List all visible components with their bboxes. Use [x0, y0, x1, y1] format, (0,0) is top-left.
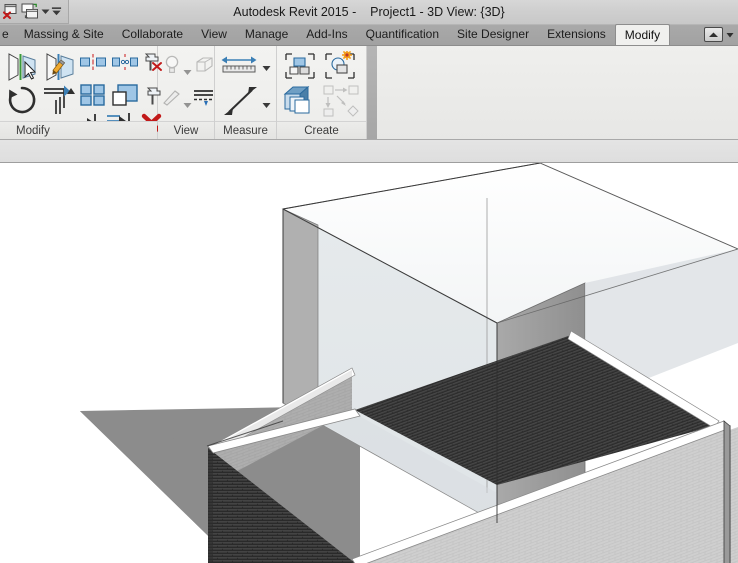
- modify-select-icon[interactable]: [6, 51, 40, 88]
- panel-view-tools: [158, 46, 214, 121]
- tab-view[interactable]: View: [192, 24, 236, 45]
- panel-label-create: Create: [277, 121, 366, 139]
- ribbon-panels: Modify View Measure Create: [0, 46, 738, 140]
- tab-massing-and-site[interactable]: Massing & Site: [15, 24, 113, 45]
- measure-between-dropdown-icon[interactable]: [262, 96, 271, 108]
- create-similar-icon[interactable]: [283, 84, 319, 119]
- cut-profile-dropdown-icon[interactable]: [183, 96, 192, 108]
- panel-label-view: View: [158, 121, 214, 139]
- panel-measure: Measure: [215, 46, 277, 139]
- options-bar: [0, 140, 738, 163]
- light-bulb-dropdown-icon[interactable]: [183, 63, 192, 75]
- close-hidden-windows-icon[interactable]: [0, 1, 20, 23]
- light-bulb-icon[interactable]: [164, 54, 180, 81]
- panel-view: View: [158, 46, 215, 139]
- switch-windows-icon[interactable]: [20, 1, 40, 23]
- title-bar: Autodesk Revit 2015 - Project1 - 3D View…: [0, 0, 738, 25]
- panel-create: Create: [277, 46, 367, 139]
- array-icon[interactable]: [80, 84, 106, 111]
- customize-qat-icon[interactable]: [51, 1, 62, 23]
- copy-icon[interactable]: [112, 84, 138, 111]
- ribbon-state-icon[interactable]: [704, 27, 723, 42]
- panel-modify: Modify: [0, 46, 162, 139]
- measure-between-icon[interactable]: [223, 84, 259, 123]
- revit-application-window: Autodesk Revit 2015 - Project1 - 3D View…: [0, 0, 738, 563]
- tab-quantification[interactable]: Quantification: [357, 24, 448, 45]
- measure-tape-icon[interactable]: [220, 54, 260, 83]
- exterior-wall-right-edge: [723, 420, 731, 563]
- tab-add-ins[interactable]: Add-Ins: [297, 24, 356, 45]
- minimize-ribbon-control[interactable]: [704, 27, 734, 42]
- move-icon[interactable]: [42, 84, 78, 121]
- mirror-pick-axis-icon[interactable]: [80, 54, 106, 75]
- ribbon-empty-area: [367, 46, 738, 139]
- tab-manage[interactable]: Manage: [236, 24, 297, 45]
- tab-extensions[interactable]: Extensions: [538, 24, 615, 45]
- group-edit-icons: [323, 84, 363, 123]
- quick-access-toolbar: [0, 0, 69, 24]
- create-part-icon[interactable]: [323, 50, 357, 88]
- edit-icon[interactable]: [44, 51, 78, 88]
- panel-label-measure: Measure: [215, 121, 276, 139]
- measure-tape-dropdown-icon[interactable]: [262, 59, 271, 71]
- panel-label-modify: Modify: [0, 121, 157, 139]
- cut-profile-icon[interactable]: [162, 88, 184, 113]
- tab-clipped[interactable]: e: [0, 24, 15, 45]
- reveal-hidden-icon[interactable]: [193, 88, 215, 115]
- selection-box-icon[interactable]: [194, 55, 214, 80]
- tab-site-designer[interactable]: Site Designer: [448, 24, 538, 45]
- window-title: Autodesk Revit 2015 - Project1 - 3D View…: [233, 5, 505, 19]
- mirror-draw-axis-icon[interactable]: [112, 54, 138, 75]
- switch-windows-dropdown-icon[interactable]: [40, 1, 51, 23]
- panel-measure-tools: [215, 46, 276, 121]
- create-group-icon[interactable]: [283, 51, 317, 88]
- panel-modify-tools: [0, 46, 162, 133]
- rotate-icon[interactable]: [6, 84, 38, 121]
- 3d-view-canvas[interactable]: [0, 163, 738, 563]
- panel-create-tools: [277, 46, 366, 121]
- minimize-ribbon-dropdown-icon[interactable]: [726, 32, 734, 38]
- tab-modify[interactable]: Modify: [614, 24, 671, 45]
- ribbon-end-cap: [367, 46, 377, 139]
- ribbon-tab-strip: e Massing & Site Collaborate View Manage…: [0, 24, 738, 46]
- tab-collaborate[interactable]: Collaborate: [113, 24, 192, 45]
